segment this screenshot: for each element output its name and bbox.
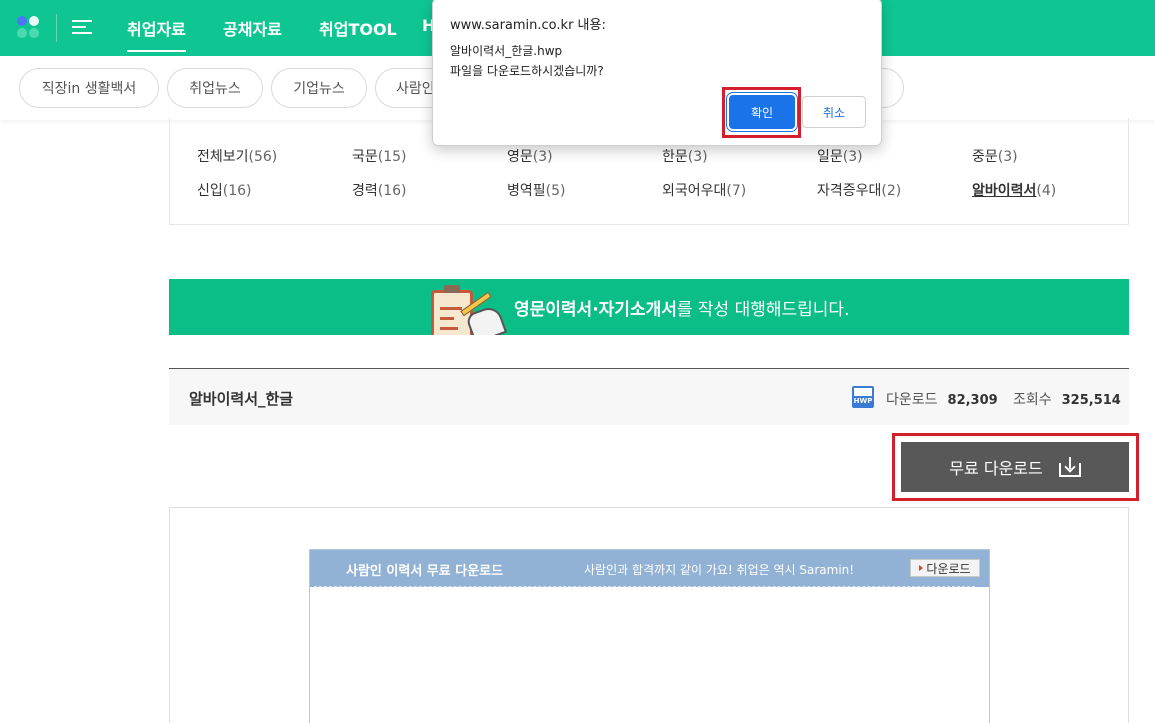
menu-icon[interactable]	[72, 18, 94, 36]
category-japanese[interactable]: 일문(3)	[817, 146, 863, 166]
pill-job-news[interactable]: 취업뉴스	[167, 68, 263, 108]
free-download-button[interactable]: 무료 다운로드	[901, 442, 1129, 492]
pill-workplace-guide[interactable]: 직장in 생활백서	[19, 68, 159, 108]
file-title: 알바이력서_한글	[189, 390, 294, 408]
category-certificate[interactable]: 자격증우대(2)	[817, 180, 901, 200]
document-preview: 사람인 이력서 무료 다운로드 사람인과 합격까지 같이 가요! 취업은 역시 …	[169, 507, 1129, 723]
nav-item-recruitment-materials[interactable]: 공채자료	[223, 16, 282, 40]
category-foreign-language[interactable]: 외국어우대(7)	[662, 180, 746, 200]
category-chinese[interactable]: 중문(3)	[972, 146, 1018, 166]
dialog-origin: www.saramin.co.kr 내용:	[450, 18, 606, 33]
download-icon	[1058, 457, 1081, 477]
category-chinese-character[interactable]: 한문(3)	[662, 146, 708, 166]
preview-download-button[interactable]: 다운로드	[910, 559, 980, 577]
pill-company-news[interactable]: 기업뉴스	[271, 68, 367, 108]
nav-item-job-materials[interactable]: 취업자료	[127, 16, 186, 52]
saramin-logo-icon[interactable]	[17, 16, 41, 40]
view-count: 조회수 325,514	[1013, 392, 1121, 408]
confirm-dialog: www.saramin.co.kr 내용: 알바이력서_한글.hwp 파일을 다…	[432, 0, 882, 146]
free-download-label: 무료 다운로드	[949, 459, 1043, 478]
preview-header: 사람인 이력서 무료 다운로드 사람인과 합격까지 같이 가요! 취업은 역시 …	[310, 550, 989, 587]
nav-divider	[56, 14, 57, 42]
play-arrow-icon	[919, 565, 924, 571]
hwp-file-icon: HWP	[852, 386, 874, 408]
category-military-served[interactable]: 병역필(5)	[507, 180, 565, 200]
promo-banner[interactable]: 영문이력서·자기소개서를 작성 대행해드립니다.	[169, 279, 1129, 335]
banner-text: 영문이력서·자기소개서를 작성 대행해드립니다.	[514, 300, 850, 320]
preview-frame: 사람인 이력서 무료 다운로드 사람인과 합격까지 같이 가요! 취업은 역시 …	[309, 549, 990, 723]
category-korean[interactable]: 국문(15)	[352, 146, 407, 166]
download-count: 다운로드 82,309	[886, 392, 998, 408]
category-part-time-resume[interactable]: 알바이력서(4)	[972, 180, 1056, 200]
preview-tagline: 사람인과 합격까지 같이 가요! 취업은 역시 Saramin!	[584, 563, 855, 577]
dialog-ok-button[interactable]: 확인	[729, 95, 795, 129]
category-entry-level[interactable]: 신입(16)	[197, 180, 252, 200]
category-experienced[interactable]: 경력(16)	[352, 180, 407, 200]
dialog-message: 파일을 다운로드하시겠습니까?	[450, 64, 604, 78]
category-all[interactable]: 전체보기(56)	[197, 146, 277, 166]
preview-title: 사람인 이력서 무료 다운로드	[346, 564, 504, 579]
file-info-bar: 알바이력서_한글 HWP 다운로드 82,309 조회수 325,514	[169, 368, 1129, 425]
category-english[interactable]: 영문(3)	[507, 146, 553, 166]
nav-item-job-tool[interactable]: 취업TOOL	[319, 16, 397, 40]
dialog-cancel-button[interactable]: 취소	[802, 96, 866, 128]
dialog-filename: 알바이력서_한글.hwp	[450, 44, 563, 58]
